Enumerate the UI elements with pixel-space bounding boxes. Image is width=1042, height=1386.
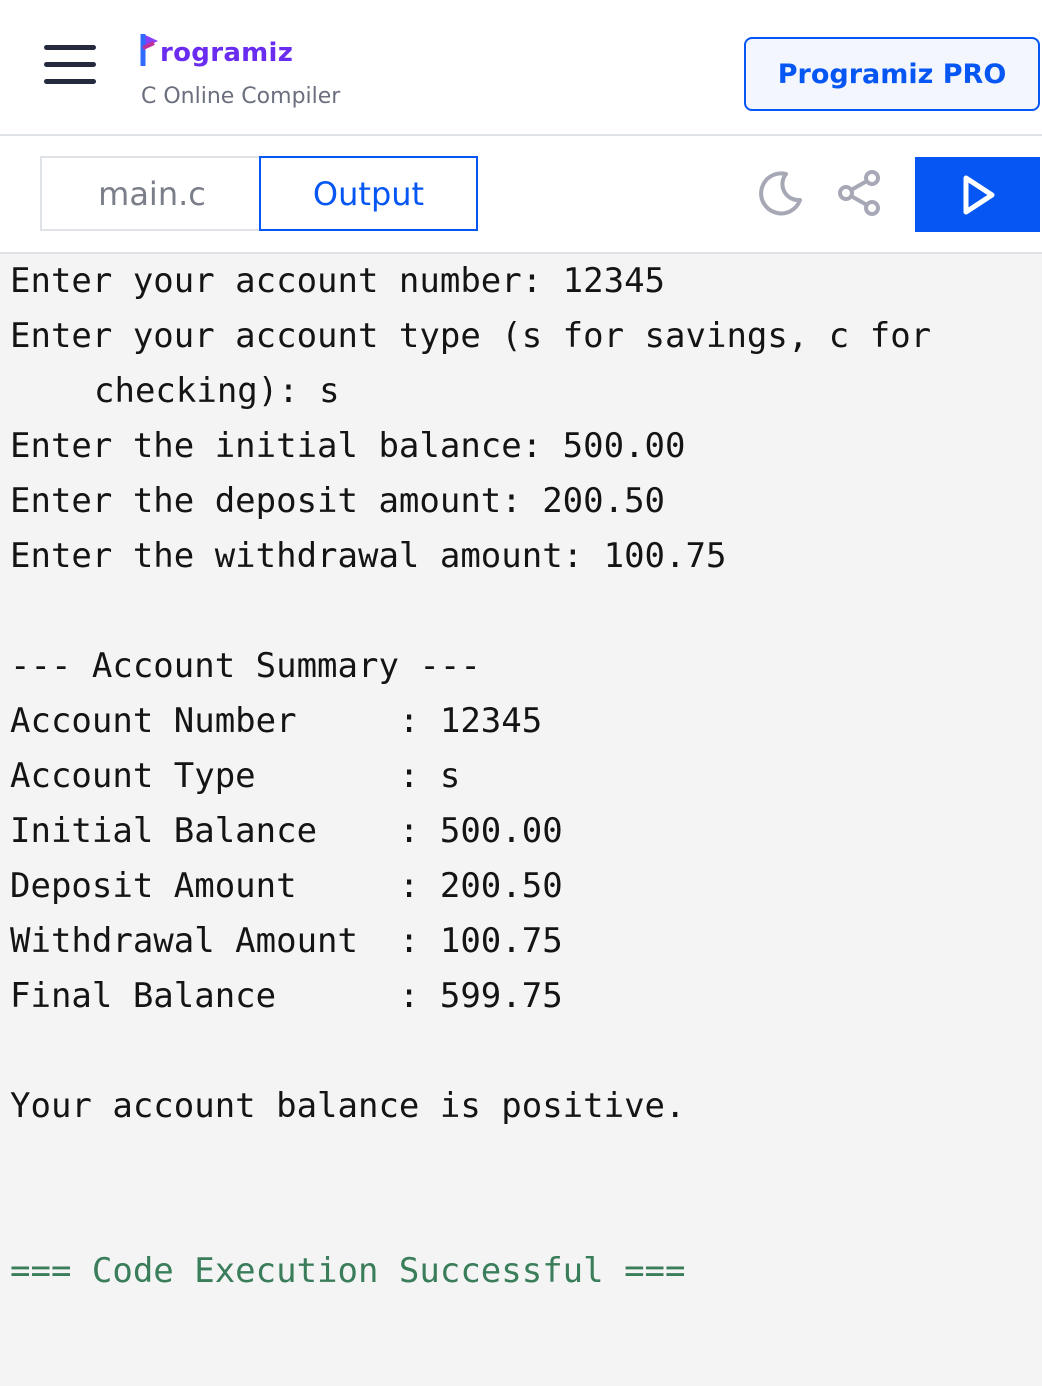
- logo-text: rogramiz: [160, 38, 294, 68]
- output-line: --- Account Summary ---: [10, 646, 481, 686]
- tab-main-c[interactable]: main.c: [40, 156, 262, 231]
- play-icon: [963, 175, 994, 214]
- output-line: Account Number : 12345: [10, 701, 543, 741]
- output-line: Enter the deposit amount: 200.50: [10, 481, 666, 521]
- run-button[interactable]: [915, 157, 1040, 232]
- moon-icon[interactable]: [756, 168, 806, 218]
- output-line: Enter your account type (s for savings, …: [10, 316, 932, 356]
- programiz-pro-button[interactable]: Programiz PRO: [744, 37, 1040, 111]
- output-line: Final Balance : 599.75: [10, 976, 563, 1016]
- logo-p-icon: [140, 34, 158, 66]
- output-line: Deposit Amount : 200.50: [10, 866, 563, 906]
- output-line: checking): s: [94, 371, 340, 411]
- output-console: Enter your account number: 12345 Enter y…: [0, 254, 1042, 1386]
- output-line: Initial Balance : 500.00: [10, 811, 563, 851]
- output-line: Enter the initial balance: 500.00: [10, 426, 686, 466]
- output-line: Withdrawal Amount : 100.75: [10, 921, 563, 961]
- programiz-logo[interactable]: rogramiz: [140, 28, 293, 68]
- output-line: Your account balance is positive.: [10, 1086, 686, 1126]
- output-line: Enter the withdrawal amount: 100.75: [10, 536, 727, 576]
- output-line: Enter your account number: 12345: [10, 261, 666, 301]
- share-icon[interactable]: [836, 168, 886, 218]
- editor-toolbar: main.c Output: [0, 136, 1042, 254]
- execution-success-line: === Code Execution Successful ===: [10, 1251, 686, 1291]
- tab-output[interactable]: Output: [259, 156, 478, 231]
- output-line: Account Type : s: [10, 756, 461, 796]
- compiler-subtitle: C Online Compiler: [141, 84, 341, 109]
- menu-icon[interactable]: [44, 45, 96, 85]
- app-header: rogramiz C Online Compiler Programiz PRO: [0, 0, 1042, 136]
